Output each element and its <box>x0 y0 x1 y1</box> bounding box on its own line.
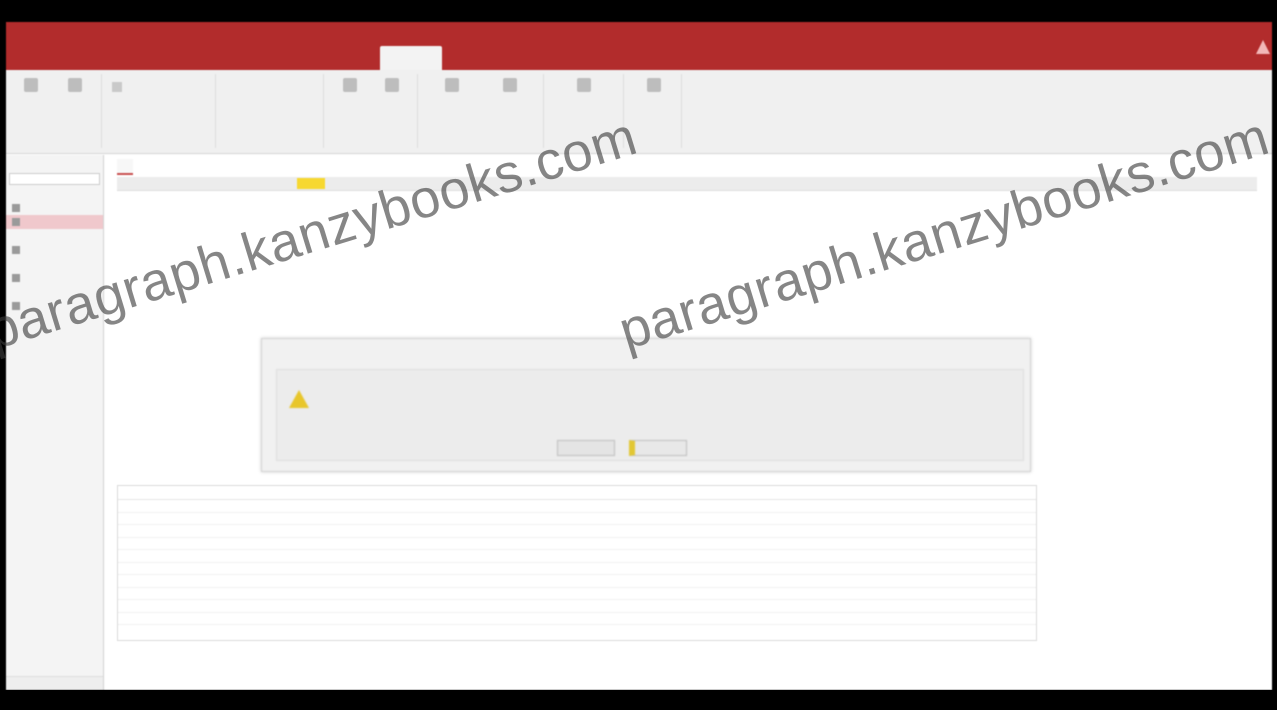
nav-item-query[interactable] <box>6 243 103 257</box>
view-icon <box>24 78 38 92</box>
property-row[interactable] <box>118 588 1036 600</box>
key-icon <box>68 78 82 92</box>
property-row[interactable] <box>118 575 1036 588</box>
form-icon <box>12 274 20 282</box>
view-button[interactable] <box>16 78 46 95</box>
query-icon <box>12 246 20 254</box>
ribbon-tab-strip <box>6 22 1272 70</box>
create-data-macros-button[interactable] <box>426 78 478 95</box>
window-controls <box>1148 36 1268 50</box>
field-properties-panel <box>117 485 1037 641</box>
ribbon-group-relationships <box>546 74 624 148</box>
data-macros-icon <box>445 78 459 92</box>
property-row[interactable] <box>118 500 1036 513</box>
col-header-data-type <box>297 178 325 189</box>
nav-group-tables[interactable] <box>6 187 103 201</box>
status-bar-left <box>6 676 103 690</box>
tab-create[interactable] <box>146 52 192 66</box>
tab-home[interactable] <box>84 52 140 66</box>
property-row[interactable] <box>118 613 1036 625</box>
navigation-pane <box>6 155 104 690</box>
property-row[interactable] <box>118 600 1036 613</box>
ribbon-group-views <box>10 74 102 148</box>
indexes-icon <box>385 78 399 92</box>
rename-delete-macro-button[interactable] <box>484 78 536 95</box>
letterbox-bar <box>0 690 1277 710</box>
nav-search-input[interactable] <box>9 173 100 185</box>
rename-macro-icon <box>503 78 517 92</box>
ribbon-group-show-hide <box>326 74 418 148</box>
field-row[interactable] <box>117 221 497 234</box>
ok-button[interactable] <box>557 440 615 456</box>
field-properties-tabs[interactable] <box>118 486 1036 500</box>
access-window <box>6 22 1272 690</box>
document-tab[interactable] <box>117 159 133 175</box>
nav-item-table-selected[interactable] <box>6 215 103 229</box>
relationships-button[interactable] <box>554 78 614 95</box>
builder-button[interactable] <box>112 82 122 94</box>
field-grid-header <box>117 177 1257 191</box>
ribbon-group-tools <box>104 74 216 148</box>
help-button[interactable] <box>629 440 687 456</box>
nav-item-report[interactable] <box>6 299 103 313</box>
tab-database-tools[interactable] <box>286 52 370 66</box>
ribbon <box>6 70 1272 154</box>
builder-icon <box>112 82 122 92</box>
dialog-body <box>276 369 1024 461</box>
field-row[interactable] <box>117 207 497 220</box>
property-row[interactable] <box>118 563 1036 575</box>
ribbon-group-rows <box>218 74 324 148</box>
property-row[interactable] <box>118 538 1036 550</box>
warning-dialog <box>261 338 1031 472</box>
property-row[interactable] <box>118 550 1036 563</box>
table-icon <box>12 218 20 226</box>
property-row[interactable] <box>118 513 1036 525</box>
ribbon-group-object-dependencies <box>626 74 682 148</box>
tab-design[interactable] <box>380 46 442 70</box>
nav-group-forms[interactable] <box>6 257 103 271</box>
table-icon <box>12 204 20 212</box>
tab-file[interactable] <box>22 52 74 66</box>
tell-me-box[interactable] <box>456 32 976 44</box>
property-row[interactable] <box>118 525 1036 538</box>
field-row[interactable] <box>117 193 497 206</box>
report-icon <box>12 302 20 310</box>
indexes-button[interactable] <box>374 78 410 95</box>
dependencies-icon <box>647 78 661 92</box>
nav-group-reports[interactable] <box>6 285 103 299</box>
property-sheet-icon <box>343 78 357 92</box>
screen-frame: paragraph.kanzybooks.com paragraph.kanzy… <box>0 0 1277 710</box>
ribbon-group-field-record-events <box>420 74 544 148</box>
nav-pane-header[interactable] <box>6 155 103 171</box>
primary-key-button[interactable] <box>60 78 90 95</box>
object-dependencies-button[interactable] <box>634 78 674 95</box>
nav-item-table[interactable] <box>6 201 103 215</box>
nav-item-form[interactable] <box>6 271 103 285</box>
tab-external-data[interactable] <box>206 52 276 66</box>
relationships-icon <box>577 78 591 92</box>
nav-group-queries[interactable] <box>6 229 103 243</box>
property-sheet-button[interactable] <box>332 78 368 95</box>
warning-triangle-icon <box>289 390 309 408</box>
